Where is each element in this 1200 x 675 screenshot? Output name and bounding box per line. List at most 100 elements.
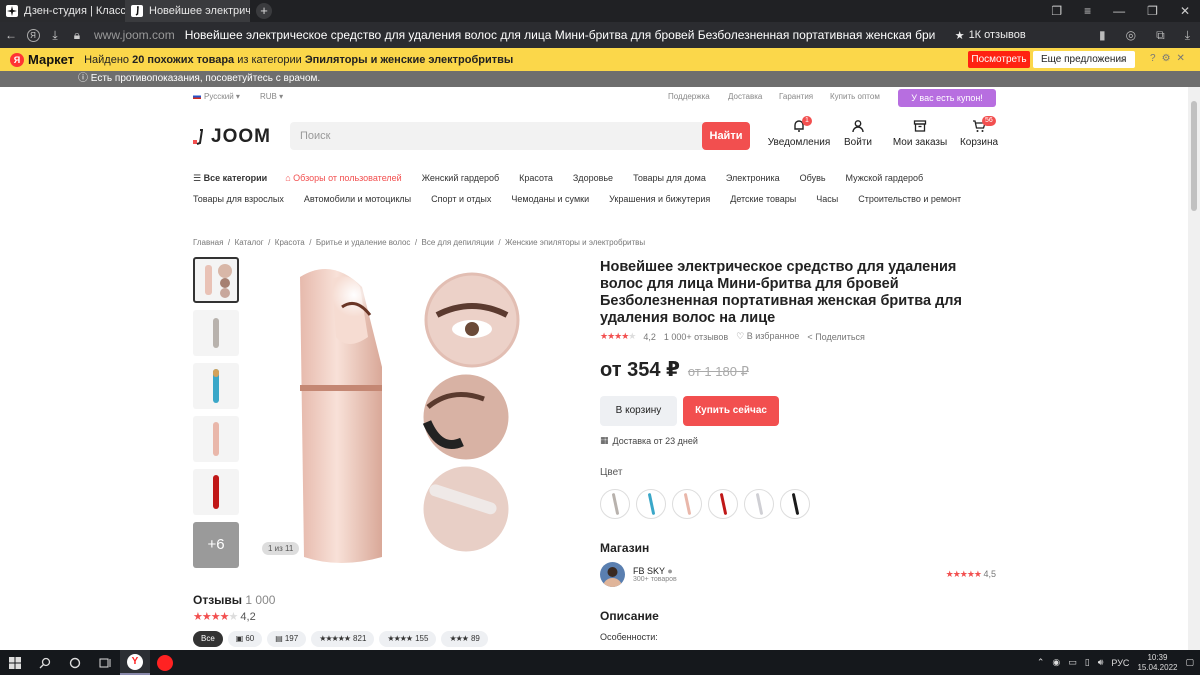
breadcrumb-item[interactable]: Главная <box>193 238 223 247</box>
favorite-button[interactable]: ♡ В избранное <box>736 331 799 342</box>
category-adult[interactable]: Товары для взрослых <box>193 194 284 204</box>
yandex-browser-taskbar-icon[interactable]: Y <box>120 650 150 675</box>
extensions-icon[interactable]: ⧉ <box>1156 28 1165 43</box>
thumbnail-1[interactable] <box>193 257 239 303</box>
breadcrumb-item[interactable]: Женские эпиляторы и электробритвы <box>505 238 645 247</box>
breadcrumb-item[interactable]: Красота <box>275 238 305 247</box>
more-photos-button[interactable]: +6 <box>193 522 239 568</box>
menu-icon[interactable]: ≡ <box>1084 4 1091 18</box>
all-categories-link[interactable]: ☰ Все категории <box>193 173 267 184</box>
search-input[interactable]: Поиск Найти <box>290 122 750 150</box>
category-auto[interactable]: Автомобили и мотоциклы <box>304 194 411 204</box>
market-more-offers-dropdown[interactable]: Еще предложения ⌄ <box>1033 51 1135 68</box>
settings-icon[interactable]: ⚙ <box>1162 53 1171 64</box>
notifications-button[interactable]: 1 Уведомления <box>768 116 830 148</box>
network-icon[interactable]: ▭ <box>1068 657 1077 668</box>
scrollbar-thumb[interactable] <box>1191 101 1197 211</box>
download-manager-icon[interactable]: ⤓ <box>1185 28 1190 43</box>
new-tab-button[interactable]: + <box>256 3 272 19</box>
back-icon[interactable]: ← <box>0 28 22 42</box>
cortana-icon[interactable] <box>60 650 90 675</box>
task-view-icon[interactable] <box>90 650 120 675</box>
category-mens-wear[interactable]: Мужской гардероб <box>846 173 924 184</box>
reviews-pill[interactable]: ★ 1К отзывов <box>955 29 1026 42</box>
share-button[interactable]: < Поделиться <box>807 332 864 342</box>
search-icon[interactable] <box>30 650 60 675</box>
close-window-icon[interactable]: ✕ <box>1180 4 1190 18</box>
category-kids[interactable]: Детские товары <box>730 194 796 204</box>
cart-button[interactable]: 56 Корзина <box>956 116 1002 148</box>
my-orders-button[interactable]: Мои заказы <box>888 119 952 148</box>
language-selector[interactable]: Русский ▾ <box>193 92 240 101</box>
browser-tab-joom[interactable]: Новейшее электрическ ✕ <box>125 0 250 22</box>
category-home[interactable]: Товары для дома <box>633 173 706 184</box>
product-main-image[interactable] <box>252 257 582 577</box>
color-swatch[interactable] <box>600 489 630 519</box>
color-swatch[interactable] <box>636 489 666 519</box>
breadcrumb-item[interactable]: Бритье и удаление волос <box>316 238 411 247</box>
category-womens-wear[interactable]: Женский гардероб <box>422 173 499 184</box>
clock[interactable]: 10:39 15.04.2022 <box>1137 653 1177 673</box>
search-button[interactable]: Найти <box>702 122 750 150</box>
filter-3-stars[interactable]: ★★★ 89 <box>441 631 488 647</box>
add-to-cart-button[interactable]: В корзину <box>600 396 677 426</box>
tray-chevron-icon[interactable]: ⌃ <box>1037 657 1045 668</box>
minimize-icon[interactable]: — <box>1113 4 1125 18</box>
link-support[interactable]: Поддержка <box>668 92 710 101</box>
category-shoes[interactable]: Обувь <box>800 173 826 184</box>
battery-icon[interactable]: ▯ <box>1085 657 1090 668</box>
yandex-home-icon[interactable]: Я <box>22 28 44 42</box>
filter-5-stars[interactable]: ★★★★★ 821 <box>311 631 375 647</box>
color-swatch[interactable] <box>672 489 702 519</box>
category-jewelry[interactable]: Украшения и бижутерия <box>609 194 710 204</box>
close-market-icon[interactable]: ✕ <box>1177 53 1185 64</box>
product-reviews-link[interactable]: 1 000+ отзывов <box>664 332 728 342</box>
tray-app-icon[interactable]: ◉ <box>1052 657 1060 668</box>
volume-icon[interactable]: 🔊︎ <box>1098 657 1104 668</box>
color-swatch[interactable] <box>708 489 738 519</box>
address-host[interactable]: www.joom.com <box>94 28 175 42</box>
address-page-title[interactable]: Новейшее электрическое средство для удал… <box>185 28 935 42</box>
filter-photo[interactable]: ▣ 60 <box>227 631 263 647</box>
store-card[interactable]: FB SKY ● 300+ товаров ★★★★★ 4,5 <box>600 562 996 587</box>
link-wholesale[interactable]: Купить оптом <box>830 92 880 101</box>
filter-all[interactable]: Все <box>193 631 223 647</box>
bookmark-icon[interactable]: ▮ <box>1099 28 1106 43</box>
category-construction[interactable]: Строительство и ремонт <box>858 194 961 204</box>
thumbnail-3[interactable] <box>193 363 239 409</box>
start-windows-icon[interactable] <box>0 650 30 675</box>
browser-tab-dzen[interactable]: Дзен-студия | Классный т <box>0 0 125 22</box>
category-bags[interactable]: Чемоданы и сумки <box>511 194 589 204</box>
thumbnail-2[interactable] <box>193 310 239 356</box>
protect-icon[interactable]: ◎ <box>1126 28 1136 43</box>
category-health[interactable]: Здоровье <box>573 173 613 184</box>
currency-selector[interactable]: RUB ▾ <box>260 92 283 101</box>
help-icon[interactable]: ? <box>1150 53 1156 64</box>
thumbnail-4[interactable] <box>193 416 239 462</box>
maximize-icon[interactable]: ❐ <box>1147 4 1158 18</box>
market-logo[interactable]: Я Маркет <box>0 52 84 67</box>
category-beauty[interactable]: Красота <box>519 173 553 184</box>
yandex-app-taskbar-icon[interactable] <box>150 650 180 675</box>
market-look-button[interactable]: Посмотреть <box>968 51 1030 68</box>
category-watches[interactable]: Часы <box>816 194 838 204</box>
breadcrumb-item[interactable]: Все для депиляции <box>422 238 494 247</box>
page-scrollbar[interactable] <box>1188 87 1200 650</box>
link-warranty[interactable]: Гарантия <box>779 92 813 101</box>
download-icon[interactable]: ⤓ <box>44 28 66 43</box>
category-electronics[interactable]: Электроника <box>726 173 780 184</box>
color-swatch[interactable] <box>780 489 810 519</box>
coupon-banner[interactable]: У вас есть купон! <box>898 89 996 107</box>
category-sport[interactable]: Спорт и отдых <box>431 194 491 204</box>
link-delivery[interactable]: Доставка <box>728 92 762 101</box>
breadcrumb-item[interactable]: Каталог <box>235 238 264 247</box>
category-user-reviews[interactable]: ⌂ Обзоры от пользователей <box>285 173 401 184</box>
color-swatch[interactable] <box>744 489 774 519</box>
collections-icon[interactable]: ❐ <box>1051 4 1062 18</box>
joom-logo[interactable]: JOOM <box>193 126 271 148</box>
filter-text[interactable]: ▤ 197 <box>267 631 307 647</box>
filter-4-stars[interactable]: ★★★★ 155 <box>379 631 437 647</box>
notifications-center-icon[interactable]: ▢ <box>1185 657 1194 668</box>
login-button[interactable]: Войти <box>828 119 888 148</box>
input-language[interactable]: РУС <box>1111 658 1129 668</box>
